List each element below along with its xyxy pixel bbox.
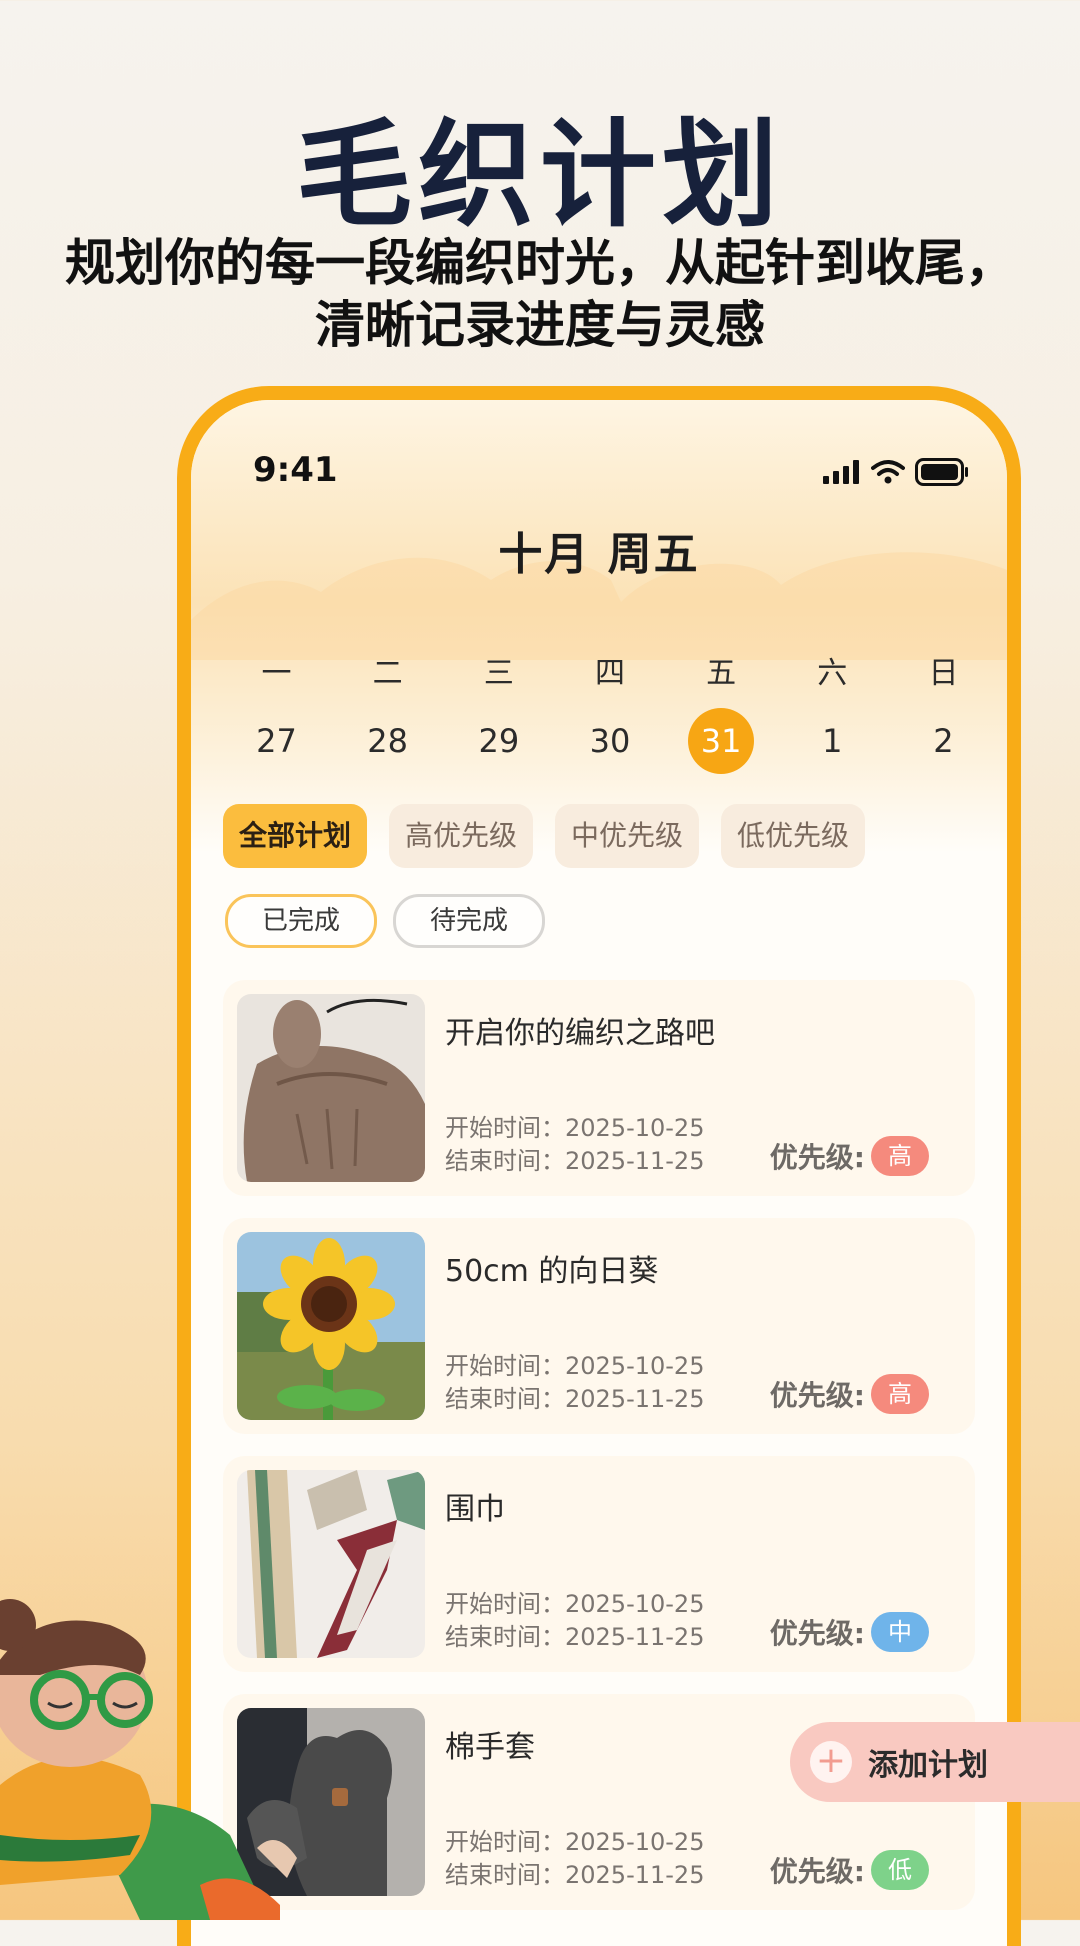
weekday-label: 二 [372, 656, 403, 691]
calendar-day[interactable]: 日2 [888, 652, 999, 774]
date-number: 29 [478, 722, 520, 760]
plan-end-time: 结束时间：2025-11-25 [445, 1861, 705, 1889]
plan-title: 棉手套 [445, 1730, 535, 1765]
plan-priority: 优先级: 高 [770, 1136, 929, 1176]
priority-filter-bar: 全部计划 高优先级 中优先级 低优先级 [223, 804, 866, 868]
plan-start-time: 开始时间：2025-10-25 [445, 1114, 705, 1142]
month-title: 十月 周五 [498, 529, 700, 580]
plan-title: 50cm 的向日葵 [445, 1254, 659, 1289]
plan-end-time: 结束时间：2025-11-25 [445, 1385, 705, 1413]
weekday-label: 三 [483, 656, 514, 691]
priority-badge-medium: 中 [871, 1612, 929, 1652]
weekday-label: 日 [928, 656, 959, 691]
plan-priority: 优先级: 低 [770, 1850, 929, 1890]
plan-title: 围巾 [445, 1492, 505, 1527]
plus-icon: + [810, 1741, 852, 1783]
plan-dates: 开始时间：2025-10-25 结束时间：2025-11-25 [445, 1112, 704, 1178]
plan-dates: 开始时间：2025-10-25 结束时间：2025-11-25 [445, 1826, 704, 1892]
plan-start-time: 开始时间：2025-10-25 [445, 1590, 705, 1618]
plan-start-time: 开始时间：2025-10-25 [445, 1352, 705, 1380]
priority-badge-high: 高 [871, 1136, 929, 1176]
plan-end-time: 结束时间：2025-11-25 [445, 1623, 705, 1651]
promo-subtitle: 规划你的每一段编织时光，从起针到收尾，清晰记录进度与灵感 [65, 234, 1015, 354]
filter-pending[interactable]: 待完成 [393, 894, 545, 948]
calendar-day[interactable]: 二 28 [332, 652, 443, 774]
filter-low-priority[interactable]: 低优先级 [721, 804, 866, 868]
weekday-label: 四 [594, 656, 625, 691]
weekday-label: 一 [261, 656, 292, 691]
date-number: 31 [688, 708, 755, 774]
plan-dates: 开始时间：2025-10-25 结束时间：2025-11-25 [445, 1588, 704, 1654]
plan-priority: 优先级: 高 [770, 1374, 929, 1414]
filter-medium-priority[interactable]: 中优先级 [555, 804, 700, 868]
weekday-label: 五 [706, 656, 737, 691]
filter-high-priority[interactable]: 高优先级 [389, 804, 534, 868]
plan-image-knit-sweater [237, 994, 425, 1182]
add-plan-label: 添加计划 [868, 1748, 988, 1783]
date-number: 2 [933, 722, 954, 760]
plan-dates: 开始时间：2025-10-25 结束时间：2025-11-25 [445, 1350, 704, 1416]
priority-badge-low: 低 [871, 1850, 929, 1890]
plan-end-time: 结束时间：2025-11-25 [445, 1147, 705, 1175]
battery-icon [915, 458, 968, 486]
date-number: 28 [367, 722, 409, 760]
priority-label: 优先级: [769, 1855, 865, 1888]
crochet-doll-illustration [0, 1599, 280, 1920]
priority-label: 优先级: [769, 1617, 865, 1650]
filter-completed[interactable]: 已完成 [225, 894, 377, 948]
calendar-day-selected[interactable]: 五 31 [666, 652, 777, 774]
priority-badge-high: 高 [871, 1374, 929, 1414]
plan-card[interactable]: 50cm 的向日葵 开始时间：2025-10-25 结束时间：2025-11-2… [223, 1218, 975, 1434]
promo-title: 毛织计划 [296, 108, 784, 243]
plan-title: 开启你的编织之路吧 [445, 1016, 715, 1051]
week-calendar: 一 27 二 28 三 29 四 30 五 31 六1 日2 [221, 652, 999, 774]
completion-filter-bar: 已完成 待完成 [225, 894, 545, 948]
priority-label: 优先级: [769, 1379, 865, 1412]
phone-frame: 9:41 十月 周五 一 27 二 28 三 29 四 30 五 31 六 1 … [177, 386, 1021, 1946]
add-plan-button[interactable]: + 添加计划 [790, 1722, 1080, 1802]
status-bar: 9:41 [191, 450, 1007, 500]
calendar-day[interactable]: 六1 [777, 652, 888, 774]
calendar-day[interactable]: 三 29 [443, 652, 554, 774]
plan-priority: 优先级: 中 [770, 1612, 929, 1652]
signal-icon [823, 460, 859, 484]
calendar-day[interactable]: 四 30 [554, 652, 665, 774]
plan-card[interactable]: 围巾 开始时间：2025-10-25 结束时间：2025-11-25 优先级: … [223, 1456, 975, 1672]
plan-image-sunflower [237, 1232, 425, 1420]
filter-all-plans[interactable]: 全部计划 [223, 804, 368, 868]
plan-card[interactable]: 开启你的编织之路吧 开始时间：2025-10-25 结束时间：2025-11-2… [223, 980, 975, 1196]
priority-label: 优先级: [769, 1141, 865, 1174]
date-number: 30 [589, 722, 631, 760]
plan-start-time: 开始时间：2025-10-25 [445, 1828, 705, 1856]
status-time: 9:41 [253, 450, 338, 490]
weekday-label: 六 [817, 656, 848, 691]
date-number: 27 [256, 722, 297, 760]
wifi-icon [871, 460, 905, 484]
date-number: 1 [822, 722, 843, 760]
calendar-day[interactable]: 一 27 [221, 652, 332, 774]
